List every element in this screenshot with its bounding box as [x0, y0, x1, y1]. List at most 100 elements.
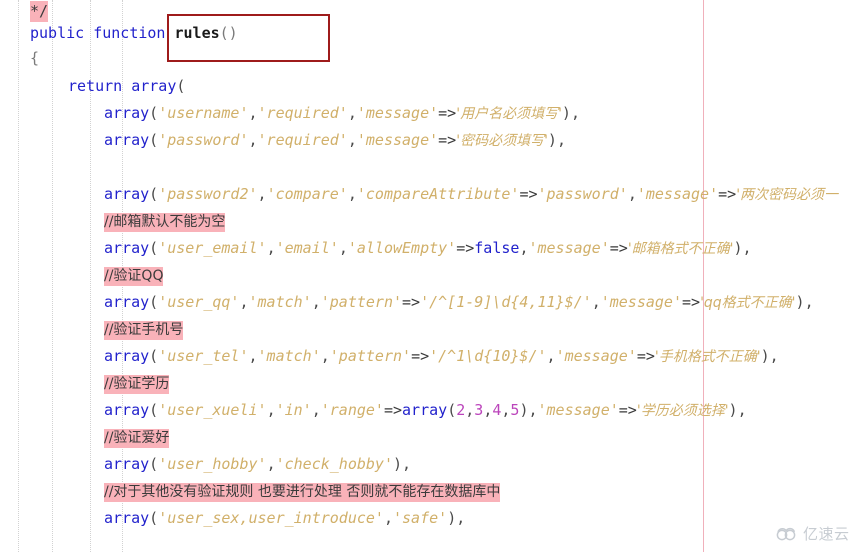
code-token: =>: [609, 239, 628, 257]
line-rule-safe[interactable]: array('user_sex,user_introduce','safe'),: [0, 507, 465, 529]
code-token: ,: [266, 401, 276, 419]
code-token: 'pattern': [320, 293, 403, 311]
code-token: ,: [591, 293, 601, 311]
code-token: 'message': [537, 401, 619, 419]
code-token: public: [30, 24, 94, 42]
line-rule-xueli[interactable]: array('user_xueli','in','range'=>array(2…: [0, 399, 747, 421]
line-comment-hobby[interactable]: //验证爱好: [0, 426, 170, 448]
line-comment-qq[interactable]: //验证QQ: [0, 264, 164, 286]
code-token: false: [474, 239, 520, 257]
code-token: //验证手机号: [104, 321, 184, 340]
line-rule-qq[interactable]: array('user_qq','match','pattern'=>'/^[1…: [0, 291, 814, 313]
code-token: //验证爱好: [104, 429, 170, 448]
code-token: array: [104, 239, 150, 257]
code-token: ,: [320, 347, 330, 365]
code-token: ),: [795, 293, 814, 311]
line-comment-tel[interactable]: //验证手机号: [0, 318, 184, 340]
line-rule-tel[interactable]: array('user_tel','match','pattern'=>'/^1…: [0, 345, 779, 367]
code-token: 'required': [257, 131, 348, 149]
line-comment-xueli[interactable]: //验证学历: [0, 372, 170, 394]
code-token: rules: [174, 24, 220, 42]
code-token: (: [149, 401, 159, 419]
line-comment-safe[interactable]: //对于其他没有验证规则 也要进行处理 否则就不能存在数据库中: [0, 480, 501, 502]
code-token: ,: [311, 401, 321, 419]
code-token: ),: [393, 455, 412, 473]
code-token: 'match': [248, 293, 312, 311]
code-token: 'check_hobby': [275, 455, 393, 473]
line-rule-password[interactable]: array('password','required','message'=>'…: [0, 129, 566, 151]
code-token: (: [447, 401, 457, 419]
code-token: =>: [456, 239, 475, 257]
code-token: =>: [438, 104, 457, 122]
code-token: ,: [239, 293, 249, 311]
code-token: 'user_qq': [158, 293, 240, 311]
code-token: ,: [248, 131, 258, 149]
code-token: =>: [438, 131, 457, 149]
code-token: 3: [474, 401, 484, 419]
code-token: array: [104, 509, 150, 527]
watermark: 亿速云: [776, 523, 850, 544]
code-token: '密码必须填写': [456, 133, 548, 149]
code-token: 'user_email': [158, 239, 267, 257]
line-rule-hobby[interactable]: array('user_hobby','check_hobby'),: [0, 453, 411, 475]
code-token: array: [104, 401, 150, 419]
code-token: array: [104, 104, 150, 122]
code-token: 'email': [275, 239, 339, 257]
code-token: (: [149, 185, 159, 203]
code-token: =>: [718, 185, 737, 203]
code-token: ,: [627, 185, 637, 203]
code-token: =>: [402, 293, 421, 311]
code-token: 'safe': [393, 509, 448, 527]
code-token: '两次密码必须一: [736, 187, 839, 203]
line-function-decl[interactable]: public function rules(): [0, 22, 238, 44]
line-return-array[interactable]: return array(: [0, 75, 185, 97]
code-token: ),: [733, 239, 752, 257]
code-token: (: [149, 455, 159, 473]
code-token: //对于其他没有验证规则 也要进行处理 否则就不能存在数据库中: [104, 483, 501, 502]
code-token: (: [149, 293, 159, 311]
code-token: (: [149, 509, 159, 527]
code-token: '/^1\d{10}$/': [429, 347, 547, 365]
line-comment-email[interactable]: //邮箱默认不能为空: [0, 210, 226, 232]
code-token: 'required': [257, 104, 348, 122]
line-rule-username[interactable]: array('username','required','message'=>'…: [0, 102, 580, 124]
code-editor-canvas[interactable]: */public function rules() { return array( a…: [0, 0, 868, 552]
code-token: ),: [728, 401, 747, 419]
code-token: 'pattern': [329, 347, 412, 365]
line-rule-password2[interactable]: array('password2','compare','compareAttr…: [0, 183, 838, 205]
code-token: 'message': [636, 185, 719, 203]
code-token: function: [93, 24, 175, 42]
code-token: 'message': [356, 131, 439, 149]
code-token: 'password': [158, 131, 249, 149]
code-token: 'user_hobby': [158, 455, 267, 473]
line-comment-end[interactable]: */: [0, 0, 49, 22]
line-open-brace[interactable]: {: [0, 47, 39, 69]
code-token: array: [104, 185, 150, 203]
code-token: ,: [248, 104, 258, 122]
cloud-icon: [776, 527, 798, 541]
code-token: ),: [519, 401, 538, 419]
code-token: ,: [248, 347, 258, 365]
code-token: //验证学历: [104, 375, 170, 394]
code-token: ,: [483, 401, 493, 419]
code-token: 'message': [356, 104, 439, 122]
code-token: ,: [257, 185, 267, 203]
code-token: ,: [266, 239, 276, 257]
watermark-text: 亿速云: [803, 525, 850, 543]
code-token: array: [402, 401, 448, 419]
code-token: ,: [465, 401, 475, 419]
code-text-area[interactable]: */public function rules() { return array( a…: [0, 0, 868, 552]
code-token: (: [176, 77, 186, 95]
code-token: =>: [383, 401, 403, 419]
line-rule-email[interactable]: array('user_email','email','allowEmpty'=…: [0, 237, 752, 259]
code-token: ,: [347, 185, 357, 203]
code-token: =>: [618, 401, 637, 419]
code-token: 'user_sex,user_introduce': [158, 509, 384, 527]
code-token: 'compare': [266, 185, 348, 203]
code-token: '手机格式不正确': [654, 349, 761, 365]
code-token: ,: [266, 455, 276, 473]
code-token: 'allowEmpty': [347, 239, 457, 257]
code-token: array: [104, 131, 150, 149]
code-token: 'match': [257, 347, 321, 365]
code-token: 'compareAttribute': [356, 185, 520, 203]
